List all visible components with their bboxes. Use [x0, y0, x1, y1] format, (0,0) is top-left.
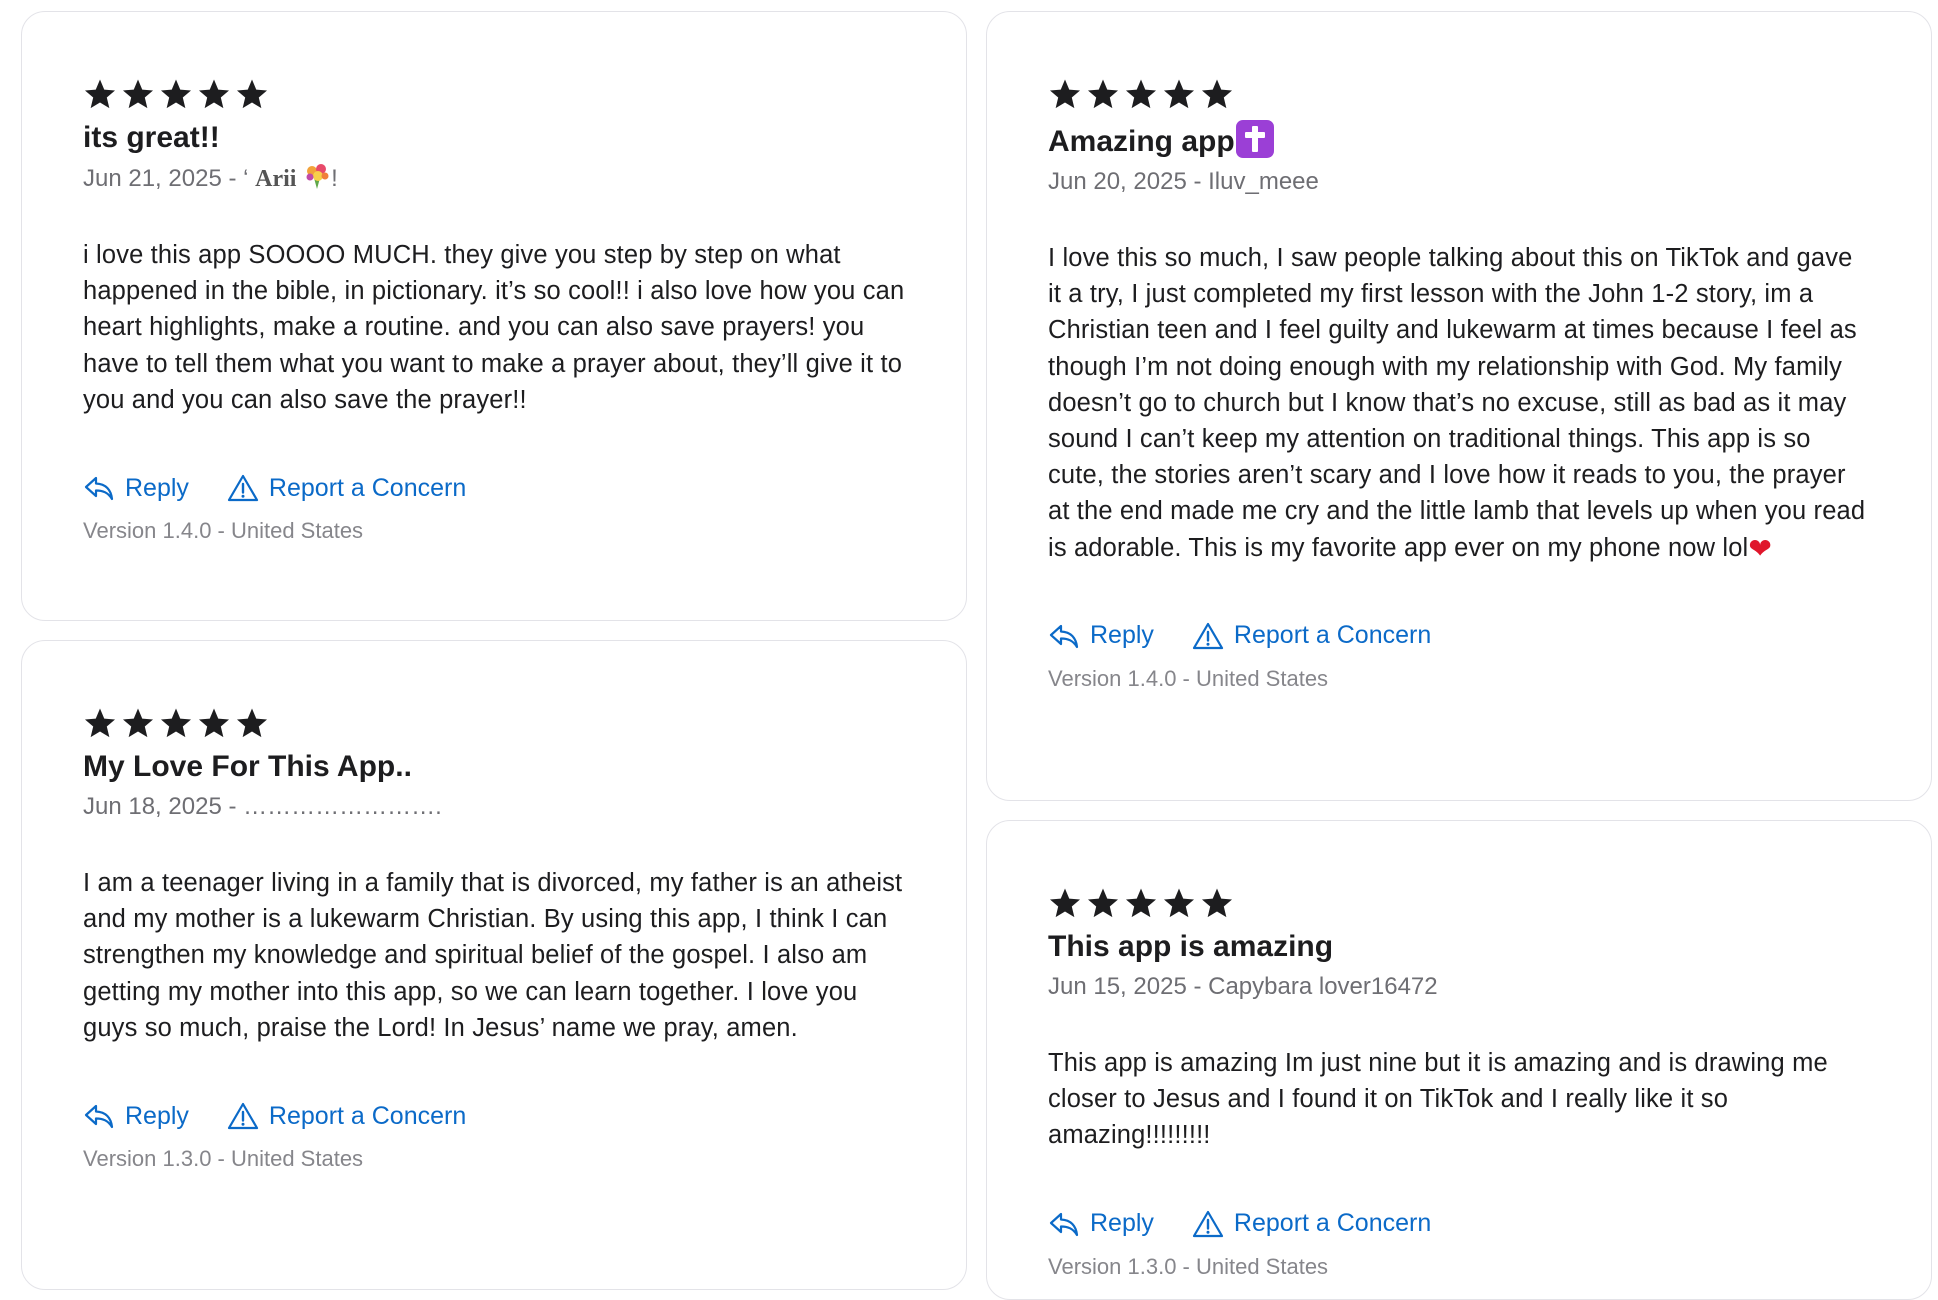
- review-meta: Jun 21, 2025 - ‘ Arii !: [83, 162, 906, 195]
- star-rating: [83, 703, 906, 743]
- review-actions: Reply Report a Concern: [1048, 1206, 1871, 1242]
- star-icon: [83, 706, 117, 740]
- reply-button[interactable]: Reply: [83, 473, 189, 503]
- reply-button[interactable]: Reply: [1048, 621, 1154, 651]
- star-icon: [1086, 77, 1120, 111]
- review-title: My Love For This App..: [83, 750, 412, 783]
- review-date: Jun 21, 2025: [83, 165, 222, 192]
- reply-icon: [83, 473, 115, 503]
- star-icon: [159, 77, 193, 111]
- reply-icon: [83, 1101, 115, 1131]
- review-title: Amazing app: [1048, 125, 1235, 158]
- review-title-row: Amazing app: [1048, 120, 1871, 160]
- report-concern-label: Report a Concern: [268, 1101, 467, 1130]
- star-icon: [1086, 886, 1120, 920]
- report-concern-button[interactable]: Report a Concern: [1192, 621, 1431, 651]
- reply-label: Reply: [125, 1101, 189, 1130]
- star-icon: [1200, 77, 1234, 111]
- star-icon: [1124, 886, 1158, 920]
- star-icon: [1200, 886, 1234, 920]
- latin-cross-emoji-icon: [1235, 120, 1274, 158]
- review-actions: Reply Report a Concern: [83, 1098, 906, 1134]
- star-icon: [235, 706, 269, 740]
- report-concern-button[interactable]: Report a Concern: [227, 1101, 466, 1131]
- review-meta: Jun 15, 2025 - Capybara lover16472: [1048, 973, 1438, 1000]
- star-icon: [1048, 886, 1082, 920]
- review-date: Jun 18, 2025: [83, 793, 222, 820]
- star-rating: [83, 74, 906, 114]
- star-rating: [1048, 883, 1871, 923]
- warning-icon: [1192, 621, 1224, 651]
- review-author: Arii: [255, 166, 297, 192]
- review-card: My Love For This App.. Jun 18, 2025 - ………: [21, 640, 967, 1290]
- report-concern-label: Report a Concern: [1233, 621, 1432, 650]
- review-version: Version 1.3.0 - United States: [1048, 1253, 1329, 1279]
- review-version: Version 1.3.0 - United States: [83, 1146, 364, 1172]
- review-actions: Reply Report a Concern: [1048, 618, 1871, 654]
- star-icon: [1124, 77, 1158, 111]
- star-icon: [83, 77, 117, 111]
- star-icon: [197, 77, 231, 111]
- report-concern-button[interactable]: Report a Concern: [1192, 1209, 1431, 1239]
- review-body: This app is amazing Im just nine but it …: [1048, 1049, 1828, 1150]
- review-author: Capybara lover16472: [1208, 973, 1438, 1000]
- report-concern-label: Report a Concern: [268, 473, 467, 502]
- star-rating: [1048, 74, 1871, 114]
- reply-label: Reply: [1090, 1209, 1154, 1238]
- star-icon: [1048, 77, 1082, 111]
- review-version: Version 1.4.0 - United States: [83, 518, 364, 544]
- review-author: Iluv_meee: [1208, 168, 1319, 195]
- review-author-prefix: ‘: [243, 165, 256, 192]
- review-card: This app is amazing Jun 15, 2025 - Capyb…: [986, 820, 1932, 1300]
- review-body: I am a teenager living in a family that …: [83, 869, 903, 1042]
- review-version: Version 1.4.0 - United States: [1048, 665, 1329, 691]
- bouquet-emoji-icon: [306, 164, 329, 189]
- review-card: Amazing app Jun 20, 2025 - Iluv_meee I l…: [986, 11, 1932, 801]
- review-author: …………………….: [243, 793, 442, 820]
- reply-button[interactable]: Reply: [1048, 1209, 1154, 1239]
- reply-icon: [1048, 621, 1080, 651]
- star-icon: [159, 706, 193, 740]
- review-date: Jun 20, 2025: [1048, 168, 1187, 195]
- warning-icon: [227, 1101, 259, 1131]
- review-body-wrap: I love this so much, I saw people talkin…: [1048, 240, 1871, 566]
- heart-emoji-icon: ❤: [1748, 532, 1772, 564]
- review-card: its great!! Jun 21, 2025 - ‘ Arii ! i lo…: [21, 11, 967, 621]
- review-title: its great!!: [83, 121, 220, 154]
- reply-label: Reply: [1090, 621, 1154, 650]
- warning-icon: [227, 473, 259, 503]
- star-icon: [1162, 77, 1196, 111]
- star-icon: [235, 77, 269, 111]
- reply-button[interactable]: Reply: [83, 1101, 189, 1131]
- star-icon: [121, 706, 155, 740]
- review-body: I love this so much, I saw people talkin…: [1048, 244, 1866, 562]
- review-body: i love this app SOOOO MUCH. they give yo…: [83, 241, 905, 414]
- report-concern-label: Report a Concern: [1233, 1209, 1432, 1238]
- star-icon: [1162, 886, 1196, 920]
- review-meta: Jun 18, 2025 - …………………….: [83, 793, 442, 820]
- reply-label: Reply: [125, 473, 189, 502]
- star-icon: [197, 706, 231, 740]
- warning-icon: [1192, 1209, 1224, 1239]
- review-title: This app is amazing: [1048, 930, 1334, 963]
- review-meta: Jun 20, 2025 - Iluv_meee: [1048, 168, 1319, 195]
- reply-icon: [1048, 1209, 1080, 1239]
- report-concern-button[interactable]: Report a Concern: [227, 473, 466, 503]
- review-date: Jun 15, 2025: [1048, 973, 1187, 1000]
- review-actions: Reply Report a Concern: [83, 470, 906, 506]
- review-author-suffix: !: [331, 165, 338, 192]
- star-icon: [121, 77, 155, 111]
